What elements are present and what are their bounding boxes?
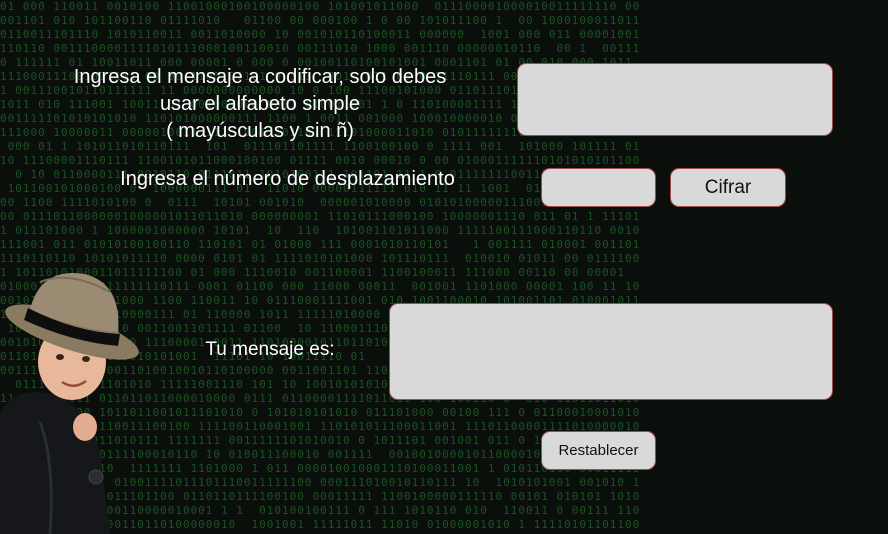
message-input-box (517, 63, 833, 136)
message-input[interactable] (518, 64, 832, 135)
result-output[interactable] (390, 304, 832, 399)
hand-shape (73, 413, 97, 441)
shift-input-box (541, 168, 656, 207)
message-prompt-label: Ingresa el mensaje a codificar, solo deb… (73, 66, 447, 142)
shift-prompt-label: Ingresa el número de desplazamiento (120, 168, 455, 190)
reset-button[interactable]: Restablecer (541, 431, 656, 470)
boy-in-fedora-icon (0, 273, 139, 534)
coat-shape (0, 392, 110, 534)
encrypt-button[interactable]: Cifrar (670, 168, 786, 207)
result-output-box (389, 303, 833, 400)
shift-input[interactable] (542, 169, 655, 206)
result-label: Tu mensaje es: (205, 339, 335, 360)
